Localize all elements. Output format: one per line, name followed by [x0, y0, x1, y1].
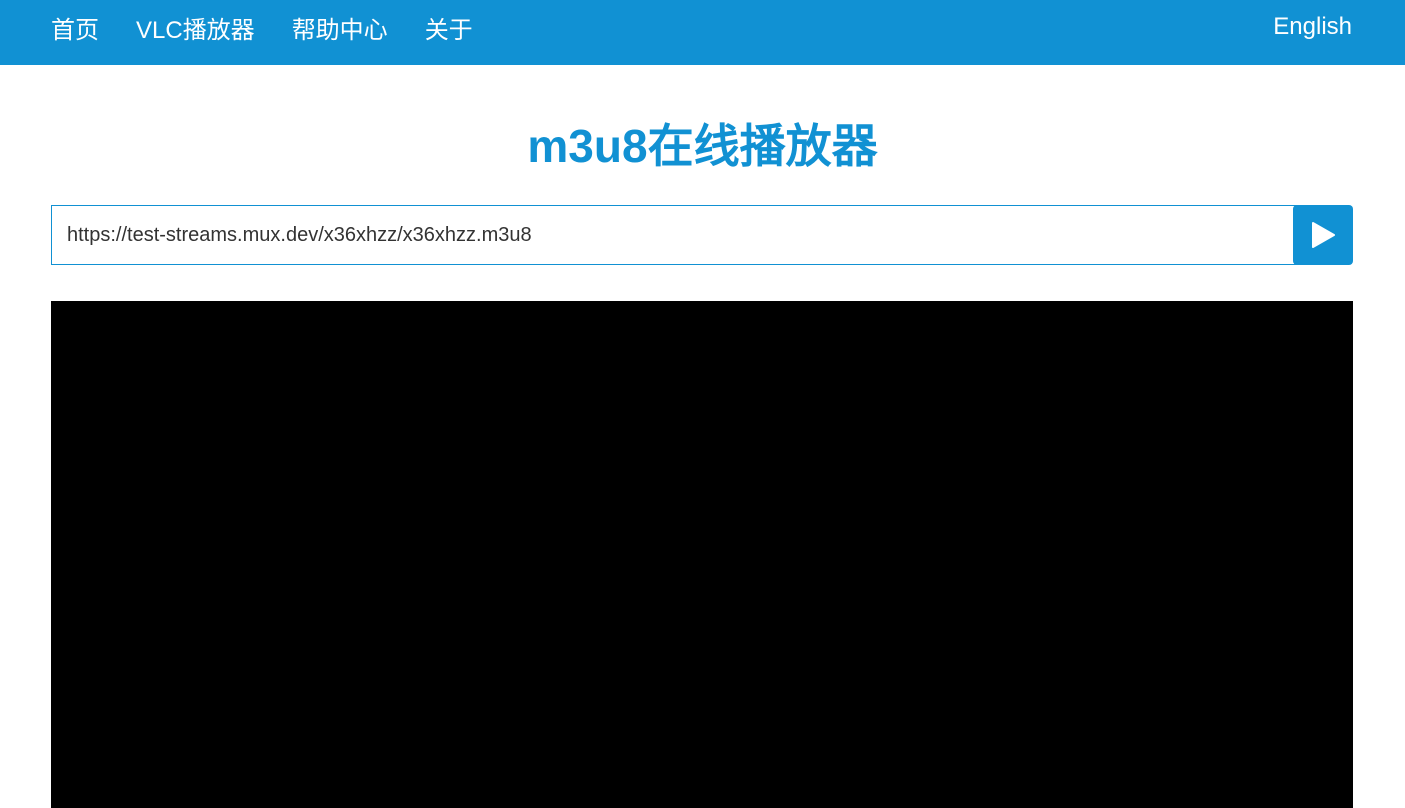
play-icon [1312, 222, 1335, 248]
nav-item-help-center[interactable]: 帮助中心 [292, 10, 388, 45]
url-form [51, 205, 1353, 265]
language-switch-link[interactable]: English [1273, 0, 1352, 54]
video-player[interactable] [51, 301, 1353, 808]
play-button[interactable] [1293, 205, 1353, 265]
nav-item-vlc-player[interactable]: VLC播放器 [136, 10, 255, 45]
nav-item-home[interactable]: 首页 [51, 10, 99, 45]
nav-item-about[interactable]: 关于 [425, 10, 473, 45]
page-title: m3u8在线播放器 [527, 120, 878, 172]
m3u8-url-input[interactable] [51, 205, 1301, 265]
main-nav: 首页 VLC播放器 帮助中心 关于 [51, 0, 510, 54]
top-nav-bar: 首页 VLC播放器 帮助中心 关于 English [0, 0, 1405, 65]
